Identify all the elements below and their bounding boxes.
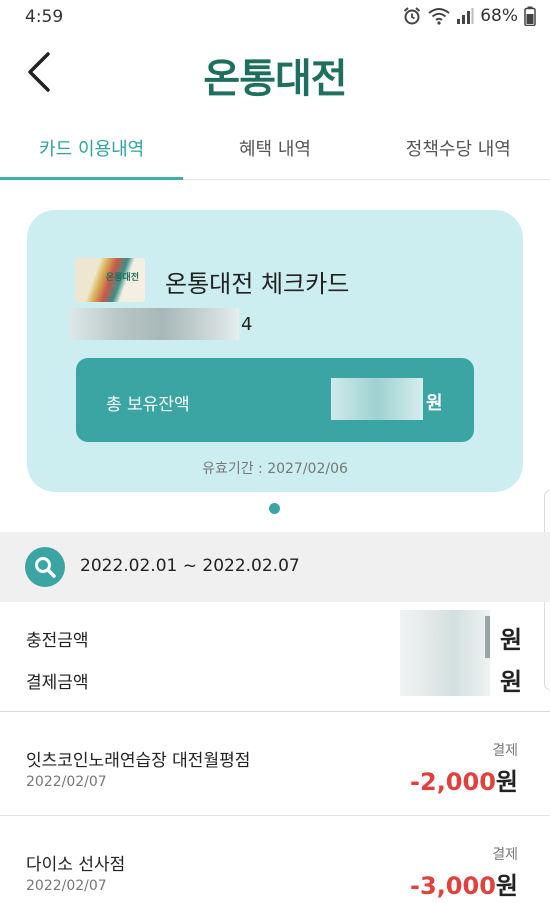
transaction-amount: -3,000원 (410, 866, 518, 901)
transaction-row[interactable]: 잇츠코인노래연습장 대전월평점 2022/02/07 결제 -2,000원 (0, 712, 550, 816)
balance-box: 총 보유잔액 원 (76, 358, 474, 442)
summary-amounts-masked (400, 610, 490, 696)
card-number: 4 (69, 308, 252, 340)
wifi-icon (428, 8, 450, 25)
date-range[interactable]: 2022.02.01 ~ 2022.02.07 (80, 556, 300, 576)
card-validity: 유효기간 : 2027/02/06 (202, 461, 348, 477)
payment-amount-unit: 원 (500, 668, 523, 696)
alarm-icon (404, 7, 421, 25)
tab-bar: 카드 이용내역 혜택 내역 정책수당 내역 (0, 120, 550, 180)
balance-label: 총 보유잔액 (106, 395, 190, 415)
charge-amount-unit: 원 (500, 626, 523, 654)
transaction-amount-unit: 원 (495, 872, 518, 900)
card-panel[interactable]: 온통대전 온통대전 체크카드 4 총 보유잔액 원 유효기간 : 2027/02… (27, 210, 523, 492)
app-header: 온통대전 (0, 34, 550, 114)
transaction-merchant: 다이소 선사점 (26, 855, 126, 875)
carousel-page-indicator (269, 503, 280, 514)
tab-card-usage[interactable]: 카드 이용내역 (0, 120, 184, 180)
balance-unit: 원 (426, 393, 443, 414)
transaction-merchant: 잇츠코인노래연습장 대전월평점 (26, 751, 251, 771)
transaction-amount: -2,000원 (410, 762, 518, 797)
tab-benefits[interactable]: 혜택 내역 (183, 120, 366, 179)
charge-amount-label: 충전금액 (26, 631, 89, 651)
status-time: 4:59 (25, 7, 64, 27)
app-logo: 온통대전 (203, 56, 347, 102)
status-bar: 4:59 68% (0, 0, 550, 34)
card-number-masked (69, 308, 239, 340)
search-icon (35, 557, 56, 578)
summary-mask-edge (485, 616, 490, 658)
battery-icon (524, 6, 536, 26)
transaction-type: 결제 (492, 847, 518, 863)
card-thumbnail: 온통대전 (75, 258, 145, 302)
transaction-date: 2022/02/07 (26, 774, 107, 790)
tab-policy-allowance[interactable]: 정책수당 내역 (367, 120, 550, 179)
status-icons: 68% (402, 6, 536, 26)
card-thumbnail-logo: 온통대전 (105, 273, 139, 283)
transaction-type: 결제 (492, 743, 518, 759)
transaction-amount-value: -2,000 (410, 768, 496, 796)
card-number-last-digit: 4 (241, 313, 253, 335)
battery-percent: 68% (480, 6, 518, 26)
transaction-amount-unit: 원 (495, 768, 518, 796)
transaction-date: 2022/02/07 (26, 878, 107, 894)
signal-icon (457, 8, 474, 24)
transaction-amount-value: -3,000 (410, 872, 496, 900)
search-button[interactable] (25, 547, 65, 587)
payment-amount-label: 결제금액 (26, 673, 89, 693)
balance-masked (331, 378, 423, 420)
card-name: 온통대전 체크카드 (165, 270, 350, 298)
transaction-row[interactable]: 다이소 선사점 2022/02/07 결제 -3,000원 (0, 816, 550, 903)
date-search-bar: 2022.02.01 ~ 2022.02.07 (0, 532, 550, 602)
summary-section: 충전금액 결제금액 원 원 (0, 602, 550, 712)
